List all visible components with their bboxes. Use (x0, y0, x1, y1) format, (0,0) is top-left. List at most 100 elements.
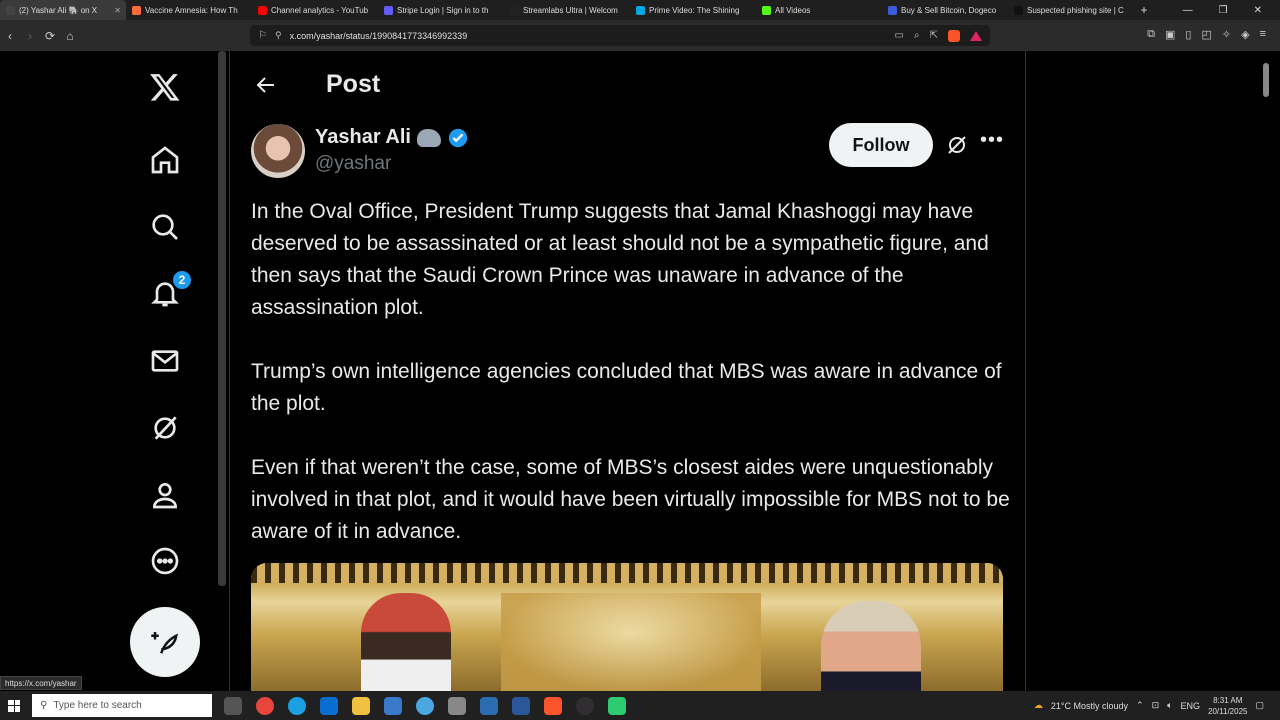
back-arrow-icon[interactable] (254, 73, 278, 97)
grok-icon[interactable] (145, 408, 185, 448)
app-icon[interactable] (448, 696, 466, 715)
tab-streamlabs[interactable]: Streamlabs Ultra | Welcom (504, 0, 630, 20)
post-paragraph: Trump’s own intelligence agencies conclu… (251, 360, 1002, 415)
tab-all-videos[interactable]: All Videos (756, 0, 882, 20)
tray-chevron-icon[interactable]: ⌃ (1136, 700, 1144, 711)
new-tab-button[interactable]: + (1134, 3, 1154, 17)
gold-wall-panel (501, 593, 761, 693)
x-logo-icon[interactable] (145, 67, 185, 107)
language-indicator[interactable]: ENG (1181, 701, 1201, 711)
left-nav: 2 (130, 51, 200, 691)
post-media-image[interactable] (251, 563, 1003, 693)
page-scrollbar[interactable] (1262, 51, 1270, 691)
tab-label: Prime Video: The Shining (649, 5, 740, 15)
word-icon[interactable] (512, 696, 530, 715)
stripe-favicon-icon (384, 5, 393, 15)
tab-label: Streamlabs Ultra | Welcom (523, 5, 618, 15)
tab-x-post[interactable]: (2) Yashar Ali 🐘 on X ✕ (0, 0, 126, 20)
scrollbar-thumb[interactable] (1263, 63, 1269, 97)
author-name-row[interactable]: Yashar Ali (315, 126, 469, 149)
edge-icon[interactable] (288, 696, 306, 715)
follow-button[interactable]: Follow (829, 123, 933, 167)
taskbar-apps (224, 696, 626, 715)
file-explorer-icon[interactable] (352, 696, 370, 715)
notifications-bell-icon[interactable]: 2 (145, 271, 191, 313)
menu-icon[interactable]: ≡ (1260, 28, 1266, 41)
vpn-icon[interactable]: ◈ (1241, 28, 1249, 41)
tab-phishing[interactable]: Suspected phishing site | C (1008, 0, 1134, 20)
tab-stripe[interactable]: Stripe Login | Sign in to th (378, 0, 504, 20)
task-view-icon[interactable] (224, 696, 242, 715)
clock[interactable]: 8:31 AM 20/11/2025 (1208, 695, 1247, 717)
tab-bitcoin[interactable]: Buy & Sell Bitcoin, Dogeco (882, 0, 1008, 20)
post-column: Post Yashar Ali @yashar Follow ••• In th… (229, 51, 1026, 693)
tab-youtube-analytics[interactable]: Channel analytics - YouTub (252, 0, 378, 20)
post-text: In the Oval Office, President Trump sugg… (251, 196, 1011, 580)
reload-icon[interactable]: ⟳ (40, 29, 60, 43)
nav-scrollbar[interactable] (218, 51, 226, 586)
youtube-favicon-icon (258, 5, 267, 15)
avatar[interactable] (251, 124, 305, 178)
author-handle[interactable]: @yashar (315, 153, 391, 175)
tab-label: Suspected phishing site | C (1027, 5, 1124, 15)
tab-prime-video[interactable]: Prime Video: The Shining (630, 0, 756, 20)
network-icon[interactable]: ⊡ (1152, 700, 1160, 711)
minimize-icon[interactable]: — (1183, 5, 1193, 16)
wallet-icon[interactable]: ◰ (1201, 28, 1211, 41)
url-bar[interactable]: ⚐ ⚲ x.com/yashar/status/1990841773346992… (250, 25, 990, 46)
author-name[interactable]: Yashar Ali (315, 126, 411, 149)
site-info-icon[interactable]: ⚲ (275, 30, 282, 41)
compose-post-button[interactable] (130, 607, 200, 677)
volume-icon[interactable]: 🔈︎ (1167, 700, 1172, 711)
obs-icon[interactable] (576, 696, 594, 715)
exchange-favicon-icon (888, 5, 897, 15)
brave-shields-icon[interactable] (948, 29, 960, 42)
app-icon[interactable] (480, 696, 498, 715)
notification-center-icon[interactable]: ▢ (1255, 700, 1264, 711)
restore-icon[interactable]: ❐ (1219, 5, 1228, 16)
app-icon[interactable] (608, 696, 626, 715)
brave-rewards-icon[interactable] (970, 30, 982, 41)
search-icon: ⚲ (40, 700, 48, 711)
person-left (361, 593, 451, 693)
app-icon[interactable] (416, 696, 434, 715)
screenshot-icon[interactable]: ▣ (1165, 28, 1175, 41)
more-options-icon[interactable] (145, 541, 185, 581)
extensions-icon[interactable]: ⧉ (1147, 28, 1155, 41)
page-title: Post (326, 70, 381, 98)
tab-label: All Videos (775, 5, 811, 15)
close-window-icon[interactable]: ✕ (1254, 5, 1262, 16)
post-paragraph: In the Oval Office, President Trump sugg… (251, 200, 989, 319)
store-icon[interactable] (320, 696, 338, 715)
url-text[interactable]: x.com/yashar/status/1990841773346992339 (290, 31, 468, 41)
clock-time: 8:31 AM (1213, 695, 1243, 705)
system-tray: ☁ 21°C Mostly cloudy ⌃ ⊡ 🔈︎ ENG 8:31 AM … (1034, 695, 1280, 717)
windows-start-icon[interactable] (4, 696, 24, 716)
bookmark-icon[interactable]: ⚐ (258, 30, 267, 41)
home-nav-icon[interactable] (145, 140, 185, 180)
grok-explain-icon[interactable] (945, 133, 969, 157)
verified-badge-icon (448, 128, 468, 147)
share-icon[interactable]: ⇱ (930, 30, 938, 41)
forward-nav-icon[interactable]: › (20, 29, 40, 43)
zoom-icon[interactable]: ⌕ (914, 30, 920, 41)
chrome-icon[interactable] (256, 696, 274, 715)
tab-label: (2) Yashar Ali 🐘 on X (19, 5, 98, 15)
messages-mail-icon[interactable] (145, 341, 185, 381)
post-more-icon[interactable]: ••• (980, 130, 1004, 157)
profile-person-icon[interactable] (145, 475, 185, 515)
weather-text[interactable]: 21°C Mostly cloudy (1051, 701, 1128, 711)
kick-favicon-icon (762, 5, 771, 15)
tab-vaccine[interactable]: Vaccine Amnesia: How Th (126, 0, 252, 20)
back-nav-icon[interactable]: ‹ (0, 29, 20, 43)
streamlabs-favicon-icon (510, 5, 519, 15)
app-icon[interactable] (384, 696, 402, 715)
explore-search-icon[interactable] (145, 207, 185, 247)
brave-taskbar-icon[interactable] (544, 696, 562, 715)
cast-icon[interactable]: ▭ (895, 30, 904, 41)
taskbar-search-input[interactable]: ⚲ Type here to search (32, 694, 212, 717)
sidebar-icon[interactable]: ▯ (1185, 28, 1191, 41)
close-tab-icon[interactable]: ✕ (114, 6, 121, 15)
home-icon[interactable]: ⌂ (60, 29, 80, 43)
leo-icon[interactable]: ✧ (1222, 28, 1231, 41)
